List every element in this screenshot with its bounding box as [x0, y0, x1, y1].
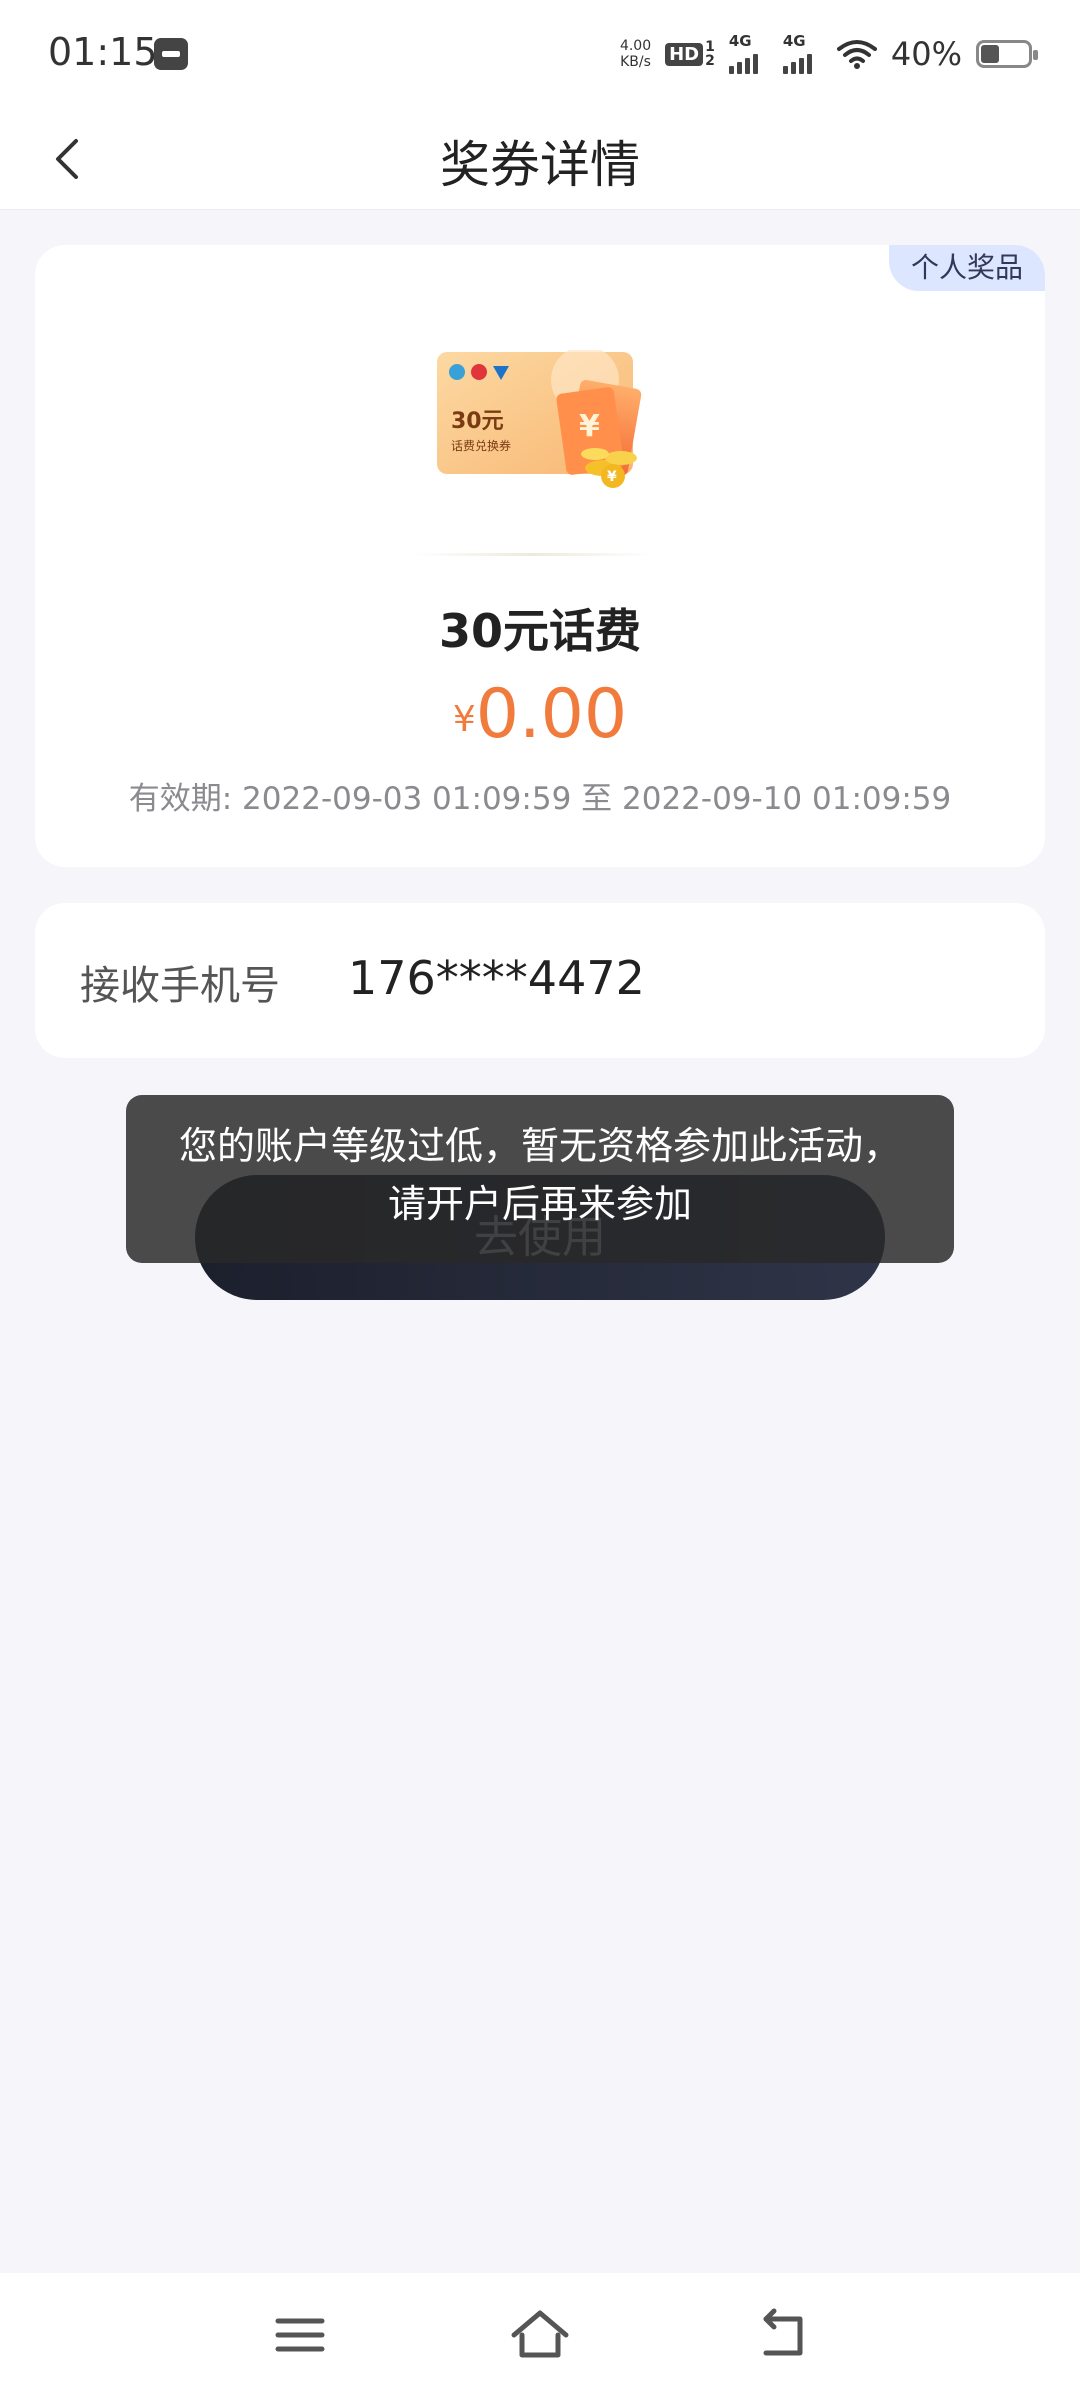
- sim-bottom: 2: [705, 53, 715, 69]
- notification-icon: [154, 38, 188, 70]
- price-currency: ¥: [452, 699, 476, 740]
- signal-2-icon: 4G: [782, 32, 823, 74]
- image-divider: [413, 553, 653, 556]
- sim-top: 1: [705, 39, 715, 55]
- voucher-image-amount: 30元: [451, 409, 504, 434]
- toast-message: 您的账户等级过低，暂无资格参加此活动，请开户后再来参加: [126, 1095, 954, 1263]
- price-value: 0.00: [475, 675, 628, 754]
- status-time: 01:15: [48, 30, 158, 74]
- wifi-icon: [836, 38, 877, 70]
- network-speed-value: 4.00: [619, 38, 652, 54]
- home-icon: [511, 2310, 569, 2358]
- home-button[interactable]: [510, 2305, 570, 2365]
- receiver-phone-label: 接收手机号: [80, 963, 280, 1009]
- voucher-image-caption: 话费兑换券: [451, 438, 511, 453]
- svg-text:¥: ¥: [607, 469, 617, 485]
- prize-price: ¥0.00: [35, 675, 1045, 754]
- status-bar: 01:15 4.00 KB/s HD 1 2 4G 4G 40%: [0, 0, 1080, 105]
- prize-card: 个人奖品 30元 话费兑换券 ¥ ¥ 30元话费 ¥0.00 有效期: 2022…: [35, 245, 1045, 867]
- menu-button[interactable]: [270, 2305, 330, 2365]
- svg-text:¥: ¥: [579, 409, 600, 444]
- battery-level: [981, 45, 999, 63]
- menu-icon: [275, 2318, 325, 2352]
- return-button[interactable]: [752, 2305, 812, 2365]
- page-title: 奖券详情: [440, 136, 640, 194]
- signal-1-label: 4G: [728, 32, 752, 50]
- network-speed-unit: KB/s: [620, 54, 651, 70]
- personal-prize-tag: 个人奖品: [888, 245, 1045, 291]
- validity-period: 有效期: 2022-09-03 01:09:59 至 2022-09-10 01…: [128, 781, 952, 817]
- hd-label: HD: [665, 42, 704, 66]
- nav-bar: 奖券详情: [0, 105, 1080, 210]
- return-icon: [763, 2308, 803, 2356]
- battery-icon: [976, 40, 1038, 68]
- signal-2-label: 4G: [782, 32, 806, 50]
- hd-icon: HD 1 2: [665, 40, 715, 68]
- voucher-image: 30元 话费兑换券 ¥ ¥: [435, 346, 645, 490]
- prize-name: 30元话费: [438, 604, 641, 658]
- network-speed: 4.00 KB/s: [620, 38, 651, 70]
- signal-1-icon: 4G: [728, 32, 769, 74]
- status-indicators: 4.00 KB/s HD 1 2 4G 4G 40%: [620, 32, 1038, 76]
- receiver-phone-card: 接收手机号 176****4472: [35, 903, 1045, 1058]
- sim-indices: 1 2: [705, 40, 715, 68]
- system-nav-bar: [0, 2273, 1080, 2400]
- receiver-phone-value: 176****4472: [348, 951, 645, 1005]
- battery-percent: 40%: [890, 35, 962, 73]
